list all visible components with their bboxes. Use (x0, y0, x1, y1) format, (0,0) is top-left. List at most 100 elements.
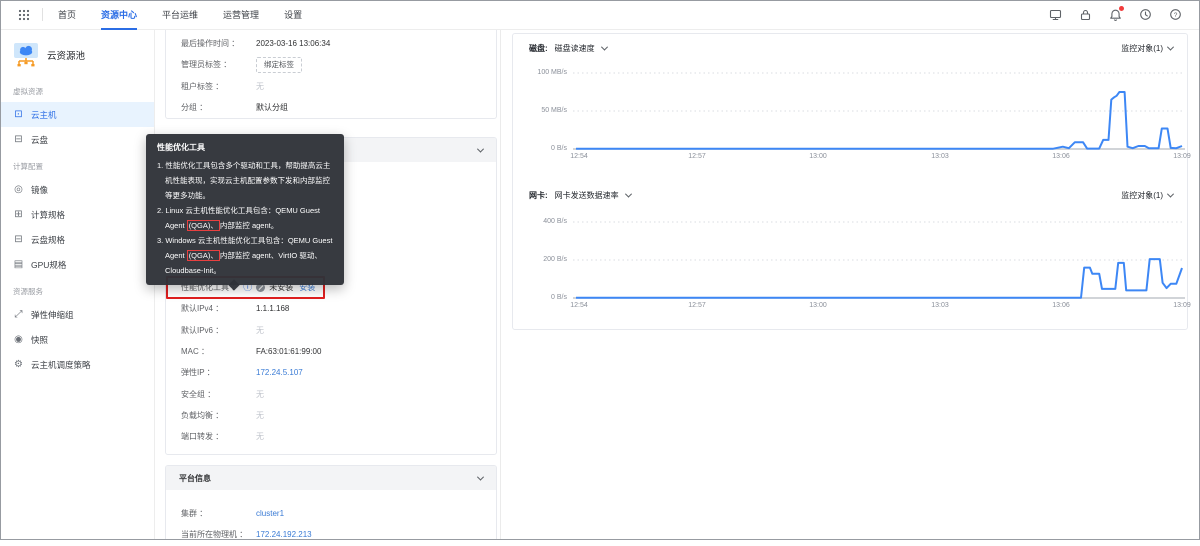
apps-grid-icon[interactable] (18, 9, 30, 21)
sidebar-item-snapshot[interactable]: ◉ 快照 (0, 327, 154, 352)
chevron-down-icon (600, 43, 608, 51)
physical-host-link[interactable]: 172.24.192.213 (256, 530, 312, 539)
bind-tag-button[interactable]: 绑定标签 (256, 56, 302, 73)
field-row: MAC ： FA:63:01:61:99:00 (166, 341, 496, 362)
cloud-pool-icon (14, 43, 38, 67)
y-tick: 400 B/s (543, 218, 567, 225)
nic-send-rate-chart (573, 221, 1185, 299)
field-row: 默认IPv4 ： 1.1.1.168 (166, 298, 496, 319)
nic-prefix: 网卡: (529, 191, 548, 200)
sidebar-item-compute-spec[interactable]: ⊞ 计算规格 (0, 202, 154, 227)
field-label: 安全组 ： (181, 389, 216, 399)
nav-item-platform-ops[interactable]: 平台运维 (162, 0, 198, 30)
sidebar-section-virtual-resources: 虚拟资源 (13, 87, 43, 96)
last-operation-time: 2023-03-16 13:06:34 (256, 39, 331, 49)
sidebar-item-label: 云主机 (31, 109, 57, 120)
field-row: 默认IPv6 ： 无 (166, 320, 496, 341)
y-tick: 200 B/s (543, 256, 567, 263)
nav-item-home[interactable]: 首页 (58, 0, 76, 30)
x-axis: 12:54 12:57 13:00 13:03 13:06 13:09 (570, 153, 1191, 165)
nav-items: 首页 资源中心 平台运维 运营管理 设置 (58, 0, 302, 30)
platform-card-title: 平台信息 (179, 473, 211, 483)
port-forwarding-value: 无 (256, 432, 264, 442)
sidebar-item-label: 弹性伸缩组 (31, 309, 74, 320)
scheduling-policy-icon: ⚙ (14, 358, 23, 370)
ipv4-value: 1.1.1.168 (256, 304, 290, 314)
nav-item-settings[interactable]: 设置 (284, 0, 302, 30)
qga-highlight: (QGA)、 (186, 220, 220, 231)
field-row: 租户标签 ： 无 (166, 76, 496, 97)
tenant-tag-value: 无 (256, 81, 264, 91)
nav-item-operation-mgmt[interactable]: 运营管理 (223, 0, 259, 30)
sidebar-item-scheduling-policy[interactable]: ⚙ 云主机调度策略 (0, 352, 154, 377)
field-label: 默认IPv4 ： (181, 304, 224, 314)
cluster-link[interactable]: cluster1 (256, 509, 284, 518)
sidebar-item-label: 云主机调度策略 (31, 359, 91, 370)
perf-tools-tooltip: 性能优化工具 1. 性能优化工具包含多个驱动和工具，帮助提高云主机性能表现，实现… (146, 134, 344, 285)
elastic-ip-link[interactable]: 172.24.5.107 (256, 368, 303, 377)
field-label: 端口转发 ： (181, 432, 224, 442)
x-tick: 13:03 (931, 153, 949, 160)
chevron-down-icon[interactable] (476, 473, 485, 481)
field-row: 弹性IP ： 172.24.5.107 (166, 362, 496, 383)
svg-text:?: ? (1174, 12, 1178, 19)
vm-icon: ⊡ (14, 108, 23, 120)
monitoring-charts-card: 磁盘: 磁盘读速度 监控对象(1) 100 MB/s 50 MB/s 0 B/s… (512, 33, 1191, 330)
x-axis: 12:54 12:57 13:00 13:03 13:06 13:09 (570, 302, 1191, 314)
sidebar-item-gpu-spec[interactable]: ▤ GPU规格 (0, 252, 154, 277)
history-icon[interactable] (1139, 8, 1152, 21)
load-balancer-value: 无 (256, 410, 264, 420)
x-tick: 13:06 (1052, 153, 1070, 160)
sidebar-item-disk-spec[interactable]: ⊟ 云盘规格 (0, 227, 154, 252)
notification-badge (1119, 6, 1124, 11)
sidebar-section-compute-config: 计算配置 (13, 162, 43, 171)
disk-prefix: 磁盘: (529, 44, 548, 53)
field-label: 默认IPv6 ： (181, 325, 224, 335)
disk-icon: ⊟ (14, 133, 23, 145)
nic-metric-label: 网卡发送数据速率 (554, 191, 619, 200)
sidebar-logo: 云资源池 (0, 30, 154, 77)
field-row: 最后操作时间 ： 2023-03-16 13:06:34 (166, 33, 496, 54)
help-icon[interactable]: ? (1169, 8, 1182, 21)
chevron-down-icon (624, 190, 632, 198)
y-tick: 100 MB/s (537, 69, 567, 76)
field-label: 管理员标签 ： (181, 60, 232, 70)
field-label: 最后操作时间 ： (181, 39, 240, 49)
sidebar-item-label: 云盘 (31, 134, 49, 145)
sidebar-item-cloud-host[interactable]: ⊡ 云主机 (0, 102, 154, 127)
field-label: MAC ： (181, 347, 209, 357)
nav-item-resource-center[interactable]: 资源中心 (101, 0, 138, 30)
field-label: 集群 ： (181, 509, 208, 519)
field-label: 当前所在物理机 ： (181, 530, 248, 540)
nic-monitor-dropdown[interactable]: 监控对象(1) (1121, 190, 1175, 201)
bell-icon[interactable] (1109, 6, 1124, 21)
x-tick: 12:57 (688, 302, 706, 309)
x-tick: 13:00 (809, 302, 827, 309)
sidebar-item-autoscaling-group[interactable]: ⤢ 弹性伸缩组 (0, 302, 154, 327)
lock-icon[interactable] (1079, 8, 1092, 21)
x-tick: 13:06 (1052, 302, 1070, 309)
ipv6-value: 无 (256, 325, 264, 335)
sidebar-item-image[interactable]: ◎ 镜像 (0, 177, 154, 202)
nic-metric-dropdown[interactable]: 网卡: 网卡发送数据速率 (529, 190, 632, 201)
disk-monitor-dropdown[interactable]: 监控对象(1) (1121, 43, 1175, 54)
top-nav: 首页 资源中心 平台运维 运营管理 设置 ? (0, 0, 1200, 30)
disk-metric-label: 磁盘读速度 (554, 44, 595, 53)
sidebar-item-label: 镜像 (31, 184, 49, 195)
sidebar-item-label: 云盘规格 (31, 234, 66, 245)
field-row: 集群 ： cluster1 (166, 503, 496, 524)
field-row: 负载均衡 ： 无 (166, 405, 496, 426)
display-icon[interactable] (1049, 8, 1062, 21)
nav-right-icons: ? (1049, 6, 1182, 21)
chevron-down-icon[interactable] (476, 145, 485, 153)
x-tick: 13:09 (1173, 302, 1191, 309)
monitor-objects-label: 监控对象(1) (1121, 191, 1163, 200)
x-tick: 12:57 (688, 153, 706, 160)
field-row: 端口转发 ： 无 (166, 426, 496, 447)
disk-metric-dropdown[interactable]: 磁盘: 磁盘读速度 (529, 43, 608, 54)
field-label: 分组 ： (181, 103, 208, 113)
snapshot-icon: ◉ (14, 333, 23, 345)
sidebar-item-cloud-disk[interactable]: ⊟ 云盘 (0, 127, 154, 152)
field-row: 安全组 ： 无 (166, 383, 496, 404)
field-label: 租户标签 ： (181, 81, 224, 91)
